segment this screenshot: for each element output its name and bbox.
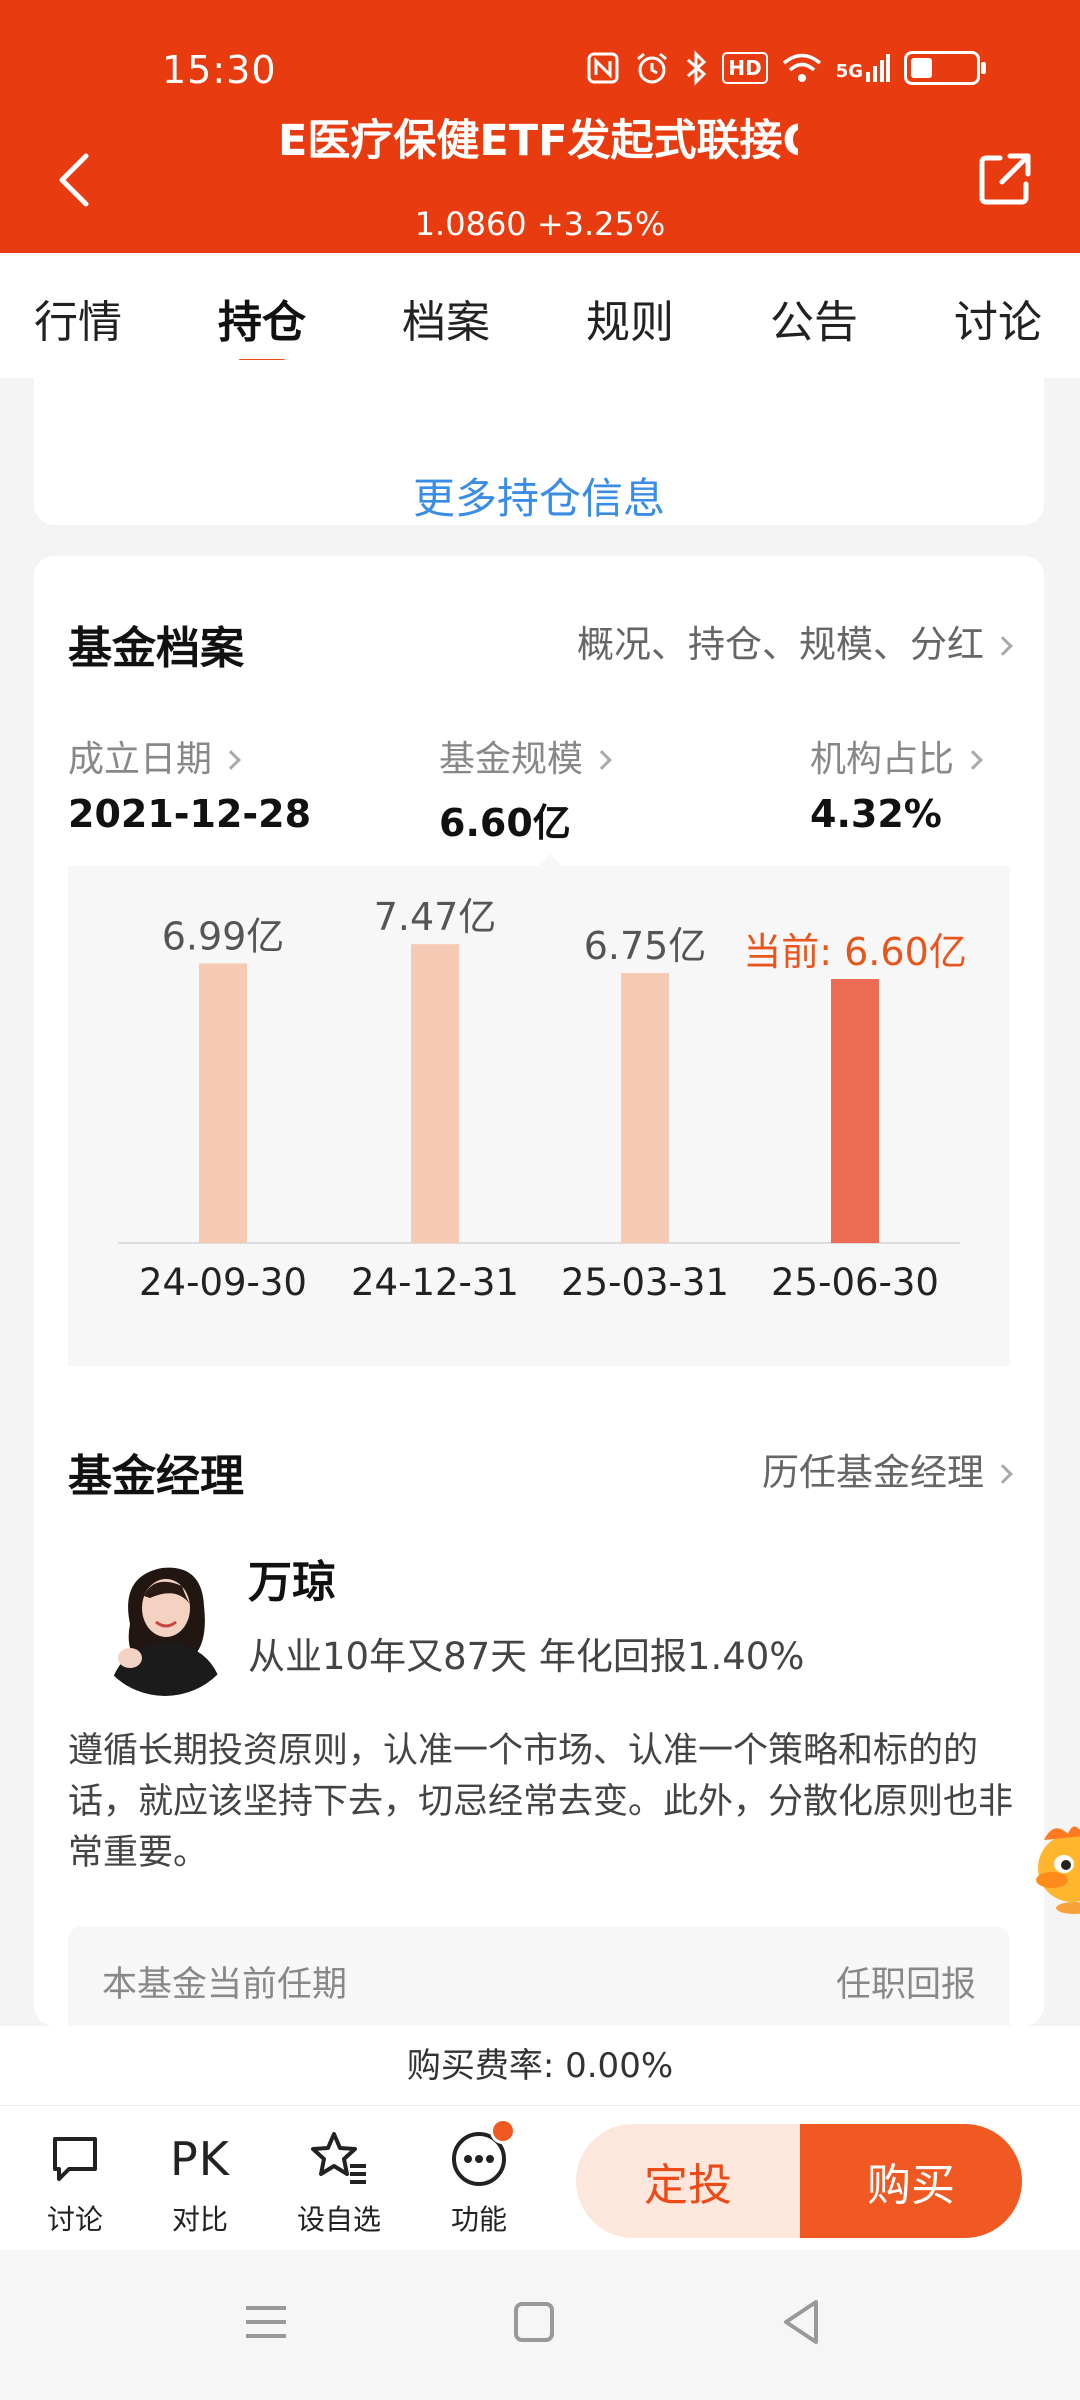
star-list-icon bbox=[284, 2126, 394, 2192]
chart-x-tick-label: 25-03-31 bbox=[561, 1261, 729, 1304]
status-time: 15:30 bbox=[162, 48, 277, 92]
stat-label-text: 基金规模 bbox=[439, 739, 584, 780]
tenure-label: 本基金当前任期 bbox=[102, 1965, 348, 2005]
network-label: 5G bbox=[835, 61, 863, 82]
manager-quote: 遵循长期投资原则，认准一个市场、认准一个策略和标的的话，就应该坚持下去，切忌经常… bbox=[68, 1731, 1014, 1873]
add-watchlist-label: 设自选 bbox=[296, 2203, 381, 2236]
stat-established-label[interactable]: 成立日期 bbox=[68, 730, 241, 782]
chart-data-label: 6.99亿 bbox=[162, 914, 285, 958]
past-managers-link[interactable]: 历任基金经理 bbox=[762, 1442, 1013, 1496]
stat-scale-label[interactable]: 基金规模 bbox=[439, 730, 612, 782]
chart-data-label: 6.75亿 bbox=[584, 924, 707, 968]
compare-label: 对比 bbox=[171, 2203, 228, 2236]
chat-icon bbox=[20, 2126, 130, 2192]
auto-invest-button[interactable]: 定投 bbox=[576, 2124, 800, 2238]
hd-icon: HD bbox=[722, 52, 768, 84]
add-watchlist-button[interactable]: 设自选 bbox=[284, 2126, 394, 2238]
alarm-icon bbox=[637, 52, 668, 84]
manager-avatar[interactable] bbox=[90, 1546, 240, 1696]
chart-data-label: 当前: 6.60亿 bbox=[743, 930, 967, 974]
tenure-table-header: 本基金当前任期 任职回报 bbox=[68, 1926, 1010, 2026]
menu-nav-icon[interactable] bbox=[236, 2292, 296, 2352]
back-button[interactable] bbox=[50, 150, 100, 210]
functions-button[interactable]: 功能 bbox=[424, 2118, 534, 2238]
chevron-right-icon bbox=[592, 750, 612, 770]
stat-established-value: 2021-12-28 bbox=[68, 792, 312, 836]
chart-x-tick-label: 25-06-30 bbox=[771, 1261, 939, 1304]
mascot-float-icon[interactable] bbox=[1014, 1810, 1080, 1920]
scale-chart: 6.99亿 24-09-30 7.47亿 24-12-31 6.75亿 25-03-31 当… bbox=[68, 854, 1010, 1366]
change-percent: +3.25% bbox=[536, 205, 666, 243]
chart-bar[interactable] bbox=[621, 973, 669, 1243]
system-nav-bar bbox=[0, 2250, 1080, 2400]
stat-institution-value: 4.32% bbox=[810, 792, 942, 836]
share-button[interactable] bbox=[976, 150, 1034, 208]
signal-icon: 5G bbox=[836, 54, 890, 82]
scale-bar-chart: 6.99亿 24-09-30 7.47亿 24-12-31 6.75亿 25-03-31 当… bbox=[118, 895, 967, 1304]
chart-x-tick-label: 24-12-31 bbox=[351, 1261, 519, 1304]
home-nav-icon[interactable] bbox=[504, 2292, 564, 2352]
stat-label-text: 机构占比 bbox=[810, 739, 955, 780]
fund-manager-title: 基金经理 bbox=[68, 1451, 244, 1502]
tab-rules[interactable]: 规则 bbox=[586, 286, 674, 350]
fund-profile-link-text: 概况、持仓、规模、分红 bbox=[577, 623, 984, 666]
fund-profile-title: 基金档案 bbox=[68, 623, 244, 674]
functions-label: 功能 bbox=[450, 2203, 507, 2236]
bottom-action-bar: 讨论 PK 对比 设自选 功能 定投 购买 bbox=[0, 2106, 1080, 2250]
pk-text: PK bbox=[170, 2132, 230, 2186]
more-holdings-link[interactable]: 更多持仓信息 bbox=[34, 465, 1044, 526]
holdings-card: 更多持仓信息 bbox=[34, 360, 1044, 525]
chart-data-label: 7.47亿 bbox=[374, 895, 497, 939]
chevron-right-icon bbox=[993, 1464, 1013, 1484]
chart-bar[interactable] bbox=[411, 944, 459, 1243]
status-icons: HD 5G bbox=[586, 50, 986, 86]
battery-icon bbox=[904, 51, 986, 85]
notification-dot bbox=[490, 2118, 516, 2144]
purchase-fee: 购买费率: 0.00% bbox=[0, 2026, 1080, 2106]
fund-profile-card: 基金档案 概况、持仓、规模、分红 成立日期 2021-12-28 基金规模 6.… bbox=[34, 556, 1044, 2026]
chart-bar[interactable] bbox=[831, 979, 879, 1243]
bluetooth-icon bbox=[687, 50, 707, 86]
chevron-right-icon bbox=[963, 750, 983, 770]
pk-icon: PK bbox=[145, 2126, 255, 2192]
stat-institution-label[interactable]: 机构占比 bbox=[810, 730, 983, 782]
chart-x-tick-label: 24-09-30 bbox=[139, 1261, 307, 1304]
chevron-right-icon bbox=[221, 750, 241, 770]
tenure-return-label: 任职回报 bbox=[835, 1965, 976, 2005]
more-icon bbox=[424, 2118, 534, 2192]
nfc-icon bbox=[587, 52, 619, 84]
net-value: 1.0860 bbox=[414, 205, 527, 243]
discuss-label: 讨论 bbox=[46, 2203, 103, 2236]
tab-market[interactable]: 行情 bbox=[34, 286, 122, 350]
stat-label-text: 成立日期 bbox=[68, 739, 213, 780]
avatar-image bbox=[108, 1567, 224, 1696]
battery-fill bbox=[911, 58, 932, 78]
tab-holdings[interactable]: 持仓 bbox=[218, 286, 306, 350]
fund-profile-link[interactable]: 概况、持仓、规模、分红 bbox=[577, 614, 1013, 668]
tab-discussion[interactable]: 讨论 bbox=[954, 286, 1042, 350]
buy-button[interactable]: 购买 bbox=[800, 2124, 1022, 2238]
tab-announcements[interactable]: 公告 bbox=[770, 286, 858, 350]
past-managers-link-text: 历任基金经理 bbox=[762, 1451, 984, 1494]
app-header: 15:30 HD 5G E医疗保健ETF发起式联接C 1.0860 +3.25% bbox=[0, 0, 1080, 253]
tab-profile[interactable]: 档案 bbox=[402, 286, 490, 350]
stat-scale-value: 6.60亿 bbox=[439, 801, 571, 845]
wifi-icon bbox=[782, 53, 821, 82]
price-line: 1.0860 +3.25% bbox=[0, 205, 1080, 243]
manager-info: 从业10年又87天 年化回报1.40% bbox=[248, 1635, 805, 1678]
back-nav-icon[interactable] bbox=[772, 2292, 832, 2352]
discuss-button[interactable]: 讨论 bbox=[20, 2126, 130, 2238]
manager-name[interactable]: 万琼 bbox=[248, 1546, 336, 1610]
compare-button[interactable]: PK 对比 bbox=[145, 2126, 255, 2238]
fund-title: E医疗保健ETF发起式联接C bbox=[278, 116, 798, 166]
chart-bar[interactable] bbox=[199, 963, 247, 1243]
chevron-right-icon bbox=[993, 636, 1013, 656]
